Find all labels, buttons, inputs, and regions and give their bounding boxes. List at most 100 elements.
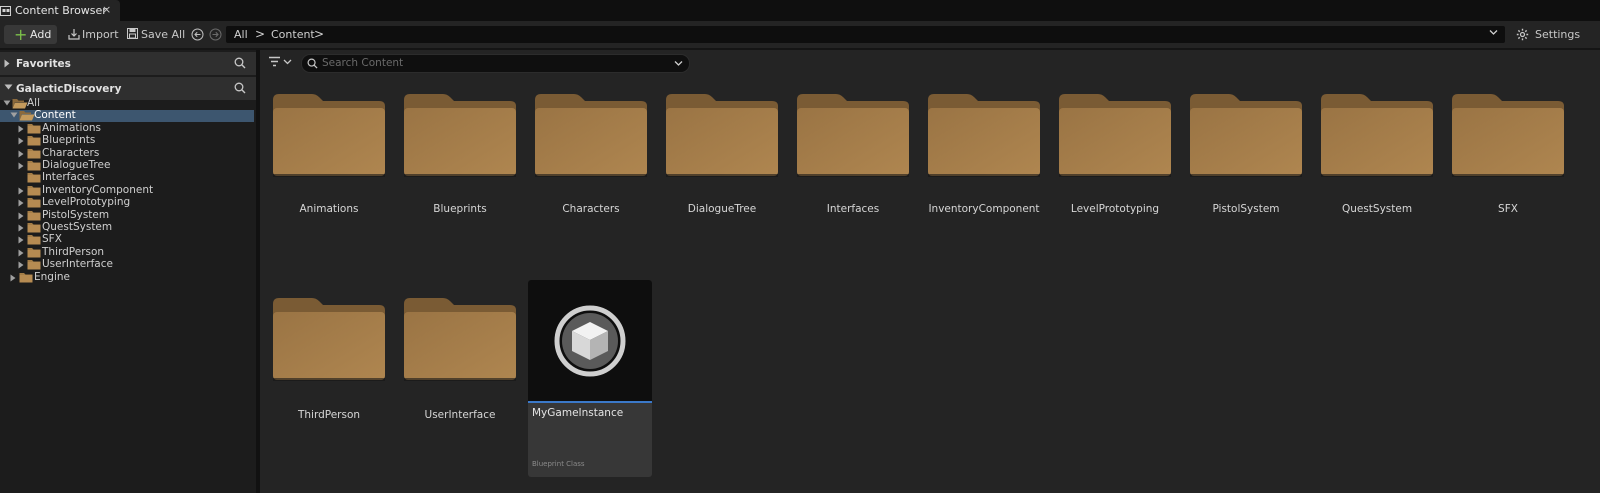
folder-tile-inventorycomponent[interactable]: InventoryComponent: [925, 92, 1043, 282]
tree-item-interfaces[interactable]: Interfaces: [0, 171, 254, 184]
folder-icon: [534, 92, 648, 178]
favorites-header[interactable]: Favorites: [0, 52, 256, 75]
folder-icon: [27, 197, 41, 208]
folder-icon: [1320, 92, 1434, 178]
folder-icon: [1058, 92, 1172, 178]
tree-item-dialoguetree[interactable]: DialogueTree: [0, 159, 254, 172]
tree-item-levelprototyping[interactable]: LevelPrototyping: [0, 196, 254, 209]
caret-right-icon[interactable]: [18, 137, 24, 145]
folder-name: PistolSystem: [1212, 203, 1280, 215]
caret-right-icon[interactable]: [18, 261, 24, 269]
content-area: Search Content Animations Blueprints Chara…: [260, 50, 1600, 493]
folder-icon: [27, 123, 41, 134]
folder-icon: [27, 259, 41, 270]
tree-item-label: Characters: [42, 146, 100, 159]
add-button[interactable]: + Add: [4, 25, 57, 44]
caret-right-icon[interactable]: [18, 236, 24, 244]
tab-content-browser[interactable]: Content Browser ×: [0, 0, 120, 21]
tree-item-content[interactable]: Content: [0, 109, 254, 123]
folder-icon: [19, 272, 33, 283]
tree-item-engine[interactable]: Engine: [0, 271, 254, 284]
folder-icon: [272, 296, 386, 382]
search-placeholder: Search Content: [322, 57, 404, 69]
chevron-down-icon[interactable]: [1489, 28, 1498, 37]
caret-right-icon[interactable]: [10, 274, 16, 282]
save-icon: [127, 28, 138, 39]
add-button-label: Add: [30, 28, 52, 41]
tree-item-label: Animations: [42, 121, 102, 134]
asset-type: Blueprint Class: [532, 460, 585, 468]
tree-item-thirdperson[interactable]: ThirdPerson: [0, 245, 254, 259]
tree-item-characters[interactable]: Characters: [0, 146, 254, 160]
caret-right-icon[interactable]: [18, 125, 24, 133]
caret-down-icon: [4, 84, 13, 90]
search-icon[interactable]: [234, 82, 246, 94]
tree-item-sfx[interactable]: SFX: [0, 233, 254, 246]
tree-item-all[interactable]: All: [0, 97, 254, 110]
folder-open-icon: [19, 110, 35, 121]
tree-item-label: LevelPrototyping: [42, 196, 131, 209]
gear-icon: [1516, 28, 1529, 41]
asset-tile-mygameinstance[interactable]: MyGameInstance Blueprint Class: [528, 280, 652, 477]
search-icon[interactable]: [234, 57, 246, 69]
caret-right-icon[interactable]: [18, 224, 24, 232]
folder-tile-questsystem[interactable]: QuestSystem: [1318, 92, 1436, 282]
tree-item-label: UserInterface: [42, 258, 113, 271]
breadcrumb-all[interactable]: All: [234, 28, 248, 41]
asset-type-color-bar: [528, 401, 652, 403]
plus-icon: +: [14, 25, 28, 44]
tree-item-label: DialogueTree: [42, 159, 111, 171]
tree-item-inventorycomponent[interactable]: InventoryComponent: [0, 183, 254, 197]
folder-tile-thirdperson[interactable]: ThirdPerson: [270, 296, 388, 486]
folder-tile-blueprints[interactable]: Blueprints: [401, 92, 519, 282]
folder-tile-userinterface[interactable]: UserInterface: [401, 296, 519, 486]
import-button[interactable]: Import: [66, 25, 119, 44]
folder-name: Blueprints: [433, 203, 487, 215]
filter-icon[interactable]: [269, 56, 293, 68]
tree-item-label: InventoryComponent: [42, 183, 154, 196]
caret-down-icon[interactable]: [10, 112, 18, 118]
caret-down-icon[interactable]: [3, 100, 11, 106]
tab-close-button[interactable]: ×: [102, 3, 111, 16]
asset-thumbnail: [528, 280, 652, 401]
back-arrow-icon[interactable]: [191, 28, 204, 41]
forward-arrow-icon[interactable]: [209, 28, 222, 41]
settings-button[interactable]: Settings: [1516, 25, 1600, 44]
folder-tile-dialoguetree[interactable]: DialogueTree: [663, 92, 781, 282]
breadcrumb-separator[interactable]: >: [314, 27, 324, 41]
caret-right-icon[interactable]: [18, 212, 24, 220]
folder-name: UserInterface: [424, 409, 496, 421]
folder-icon: [27, 160, 41, 171]
folder-name: LevelPrototyping: [1070, 203, 1160, 215]
caret-right-icon[interactable]: [18, 150, 24, 158]
caret-right-icon[interactable]: [18, 187, 24, 195]
save-all-button[interactable]: Save All: [127, 25, 185, 44]
favorites-label: Favorites: [16, 58, 71, 70]
folder-icon: [27, 247, 41, 258]
tree-item-label: Content: [34, 109, 76, 122]
tree-item-pistolsystem[interactable]: PistolSystem: [0, 209, 254, 222]
caret-right-icon[interactable]: [18, 199, 24, 207]
tab-title: Content Browser: [15, 4, 107, 17]
folder-tile-animations[interactable]: Animations: [270, 92, 388, 282]
tree-item-label: All: [27, 97, 41, 109]
caret-right-icon[interactable]: [18, 249, 24, 257]
import-button-label: Import: [82, 28, 119, 41]
sources-panel: Favorites GalacticDiscovery All Content An…: [0, 50, 256, 493]
tree-item-label: ThirdPerson: [42, 245, 105, 258]
folder-tile-levelprototyping[interactable]: LevelPrototyping: [1056, 92, 1174, 282]
toolbar: + Add Import Save All All > Content > Se…: [0, 21, 1600, 48]
breadcrumb-content[interactable]: Content: [271, 28, 315, 41]
tree-item-animations[interactable]: Animations: [0, 121, 254, 135]
breadcrumb-separator[interactable]: >: [255, 27, 265, 41]
tree-item-userinterface[interactable]: UserInterface: [0, 258, 254, 271]
folder-tile-sfx[interactable]: SFX: [1449, 92, 1567, 282]
folder-tile-characters[interactable]: Characters: [532, 92, 650, 282]
chevron-down-icon[interactable]: [674, 59, 683, 68]
folder-tile-pistolsystem[interactable]: PistolSystem: [1187, 92, 1305, 282]
caret-right-icon[interactable]: [18, 162, 24, 170]
tree-item-blueprints[interactable]: Blueprints: [0, 134, 254, 147]
search-input[interactable]: Search Content: [301, 54, 690, 73]
folder-tile-interfaces[interactable]: Interfaces: [794, 92, 912, 282]
tree-item-questsystem[interactable]: QuestSystem: [0, 221, 254, 234]
